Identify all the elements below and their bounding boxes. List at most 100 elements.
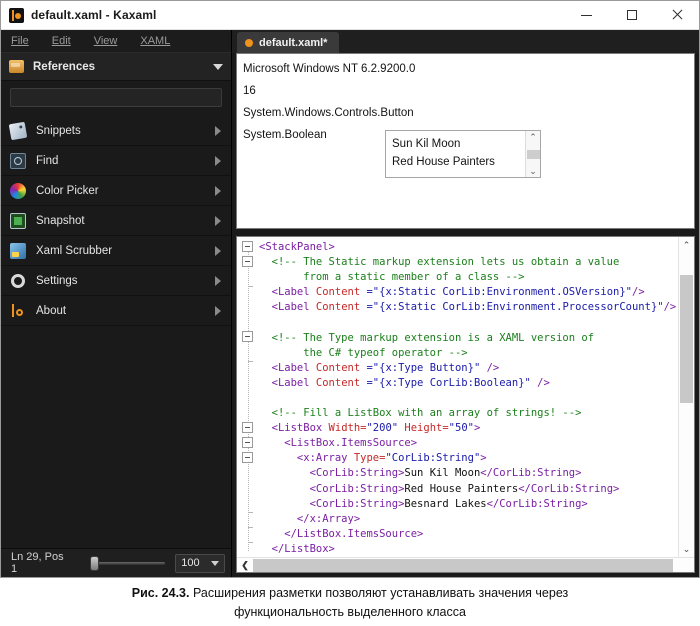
close-button[interactable] <box>654 1 699 30</box>
code-line: <ListBox.ItemsSource> <box>259 436 678 451</box>
chevron-down-icon <box>213 63 223 70</box>
code-line: </ListBox.ItemsSource> <box>259 527 678 542</box>
fold-toggle-icon[interactable] <box>242 437 253 448</box>
preview-line-buttontype: System.Windows.Controls.Button <box>243 107 414 119</box>
fold-tick <box>248 286 253 287</box>
sidebar-item-find[interactable]: Find <box>1 146 231 176</box>
code-line: </x:Array> <box>259 512 678 527</box>
fold-toggle-icon[interactable] <box>242 422 253 433</box>
sidebar-item-xaml-scrubber[interactable]: Xaml Scrubber <box>1 236 231 266</box>
code-token-tag: <CorLib:String> <box>259 467 405 480</box>
sidebar-item-snapshot[interactable]: Snapshot <box>1 206 231 236</box>
zoom-level-dropdown[interactable]: 100 <box>175 553 225 573</box>
code-text[interactable]: <StackPanel> <!-- The Static markup exte… <box>259 240 678 557</box>
fold-toggle-icon[interactable] <box>242 241 253 252</box>
menu-xaml[interactable]: XAML <box>140 35 170 47</box>
code-token-tag: </CorLib:String> <box>480 467 582 480</box>
menu-view[interactable]: View <box>94 35 118 47</box>
status-bar: Ln 29, Pos 1 100 <box>1 548 231 577</box>
code-token-tag: > <box>473 422 481 435</box>
list-item[interactable]: Red House Painters <box>392 153 525 171</box>
scroll-down-icon[interactable]: ⌄ <box>679 541 694 557</box>
left-panel: File Edit View XAML References Snippets <box>1 30 232 577</box>
zoom-slider-track <box>95 561 166 565</box>
minimize-button[interactable] <box>564 1 609 30</box>
code-line: <!-- The Type markup extension is a XAML… <box>259 331 678 346</box>
right-panel: default.xaml* Microsoft Windows NT 6.2.9… <box>232 30 699 577</box>
list-item[interactable]: Sun Kil Moon <box>392 135 525 153</box>
figure-page: default.xaml - Kaxaml File Edit View XAM… <box>0 0 700 626</box>
code-token-attr: Content <box>315 361 367 374</box>
preview-listbox-scrollbar[interactable]: ⌃ ⌄ <box>525 131 540 177</box>
chevron-down-icon <box>211 560 219 566</box>
fold-margin <box>237 237 259 557</box>
code-token-attr: Content <box>315 376 367 389</box>
fold-toggle-icon[interactable] <box>242 256 253 267</box>
code-token-tag: <Label <box>259 376 316 389</box>
caption-line-2: функциональность выделенного класса <box>234 605 466 619</box>
code-token-tag: <CorLib:String> <box>259 482 405 495</box>
sidebar-item-snippets[interactable]: Snippets <box>1 116 231 146</box>
sidebar-item-label: About <box>36 304 67 317</box>
zoom-slider-thumb[interactable] <box>89 555 99 571</box>
fold-tick <box>248 527 253 528</box>
code-token-val: "50" <box>448 422 474 435</box>
maximize-icon <box>626 10 637 20</box>
code-line: <x:Array Type="CorLib:String"> <box>259 451 678 466</box>
code-token-tag: </CorLib:String> <box>486 497 588 510</box>
code-line: from a static member of a class --> <box>259 270 678 285</box>
scroll-up-icon[interactable]: ⌃ <box>529 133 537 142</box>
sidebar-item-label: Snippets <box>36 124 81 137</box>
scrollbar-thumb[interactable] <box>526 149 540 159</box>
sidebar-item-about[interactable]: About <box>1 296 231 326</box>
scroll-up-icon[interactable]: ⌃ <box>679 237 694 253</box>
fold-toggle-icon[interactable] <box>242 331 253 342</box>
menu-edit[interactable]: Edit <box>52 35 71 47</box>
preview-listbox-items: Sun Kil Moon Red House Painters <box>386 131 525 177</box>
references-search-input[interactable] <box>10 88 222 107</box>
maximize-button[interactable] <box>609 1 654 30</box>
code-token-tag: <Label <box>259 301 316 314</box>
code-token-tag: </CorLib:String> <box>518 482 620 495</box>
menu-file[interactable]: File <box>11 35 29 47</box>
sidebar-item-settings[interactable]: Settings <box>1 266 231 296</box>
code-token-cmt: <!-- The Type markup extension is a XAML… <box>259 331 595 344</box>
code-token-val: ="{x:Static CorLib:Environment.OSVersion… <box>366 286 632 299</box>
figure-number: Рис. 24.3. <box>131 586 190 600</box>
menu-view-label: View <box>93 35 118 47</box>
code-token-cmt: from a static member of a class --> <box>259 271 525 284</box>
scrollbar-thumb[interactable] <box>680 275 693 403</box>
fold-toggle-icon[interactable] <box>242 452 253 463</box>
fold-tick <box>248 512 253 513</box>
close-icon <box>671 9 683 21</box>
sidebar-item-label: Snapshot <box>36 214 85 227</box>
figure-caption: Рис. 24.3. Расширения разметки позволяют… <box>0 584 700 622</box>
code-token-tag: /> <box>663 301 677 314</box>
editor-horizontal-scrollbar[interactable]: ❮ <box>237 557 694 572</box>
scroll-down-icon[interactable]: ⌄ <box>529 167 537 176</box>
sidebar-item-label: Settings <box>36 274 78 287</box>
color-picker-icon <box>10 182 26 199</box>
sidebar-item-label: Find <box>36 154 59 167</box>
minimize-icon <box>581 14 592 16</box>
tab-default-xaml[interactable]: default.xaml* <box>237 32 340 53</box>
preview-listbox[interactable]: Sun Kil Moon Red House Painters ⌃ ⌄ <box>385 130 541 178</box>
tab-strip: default.xaml* <box>232 30 699 53</box>
chevron-right-icon <box>215 245 221 256</box>
references-header[interactable]: References <box>1 53 231 81</box>
caption-line-1: Расширения разметки позволяют устанавлив… <box>189 586 569 600</box>
scroll-left-icon[interactable]: ❮ <box>237 560 253 571</box>
preview-line-osversion: Microsoft Windows NT 6.2.9200.0 <box>243 63 416 75</box>
zoom-slider[interactable] <box>89 555 166 571</box>
code-line: <Label Content ="{x:Type Button}" /> <box>259 361 678 376</box>
code-line: <!-- Fill a ListBox with an array of str… <box>259 406 678 421</box>
sidebar-item-color-picker[interactable]: Color Picker <box>1 176 231 206</box>
scrollbar-thumb[interactable] <box>253 558 673 572</box>
preview-pane: Microsoft Windows NT 6.2.9200.0 16 Syste… <box>236 53 695 229</box>
code-token-tag: /> <box>480 361 500 374</box>
code-editor[interactable]: <StackPanel> <!-- The Static markup exte… <box>236 236 695 573</box>
editor-vertical-scrollbar[interactable]: ⌃ ⌄ <box>678 237 694 557</box>
tab-label: default.xaml* <box>259 36 328 49</box>
